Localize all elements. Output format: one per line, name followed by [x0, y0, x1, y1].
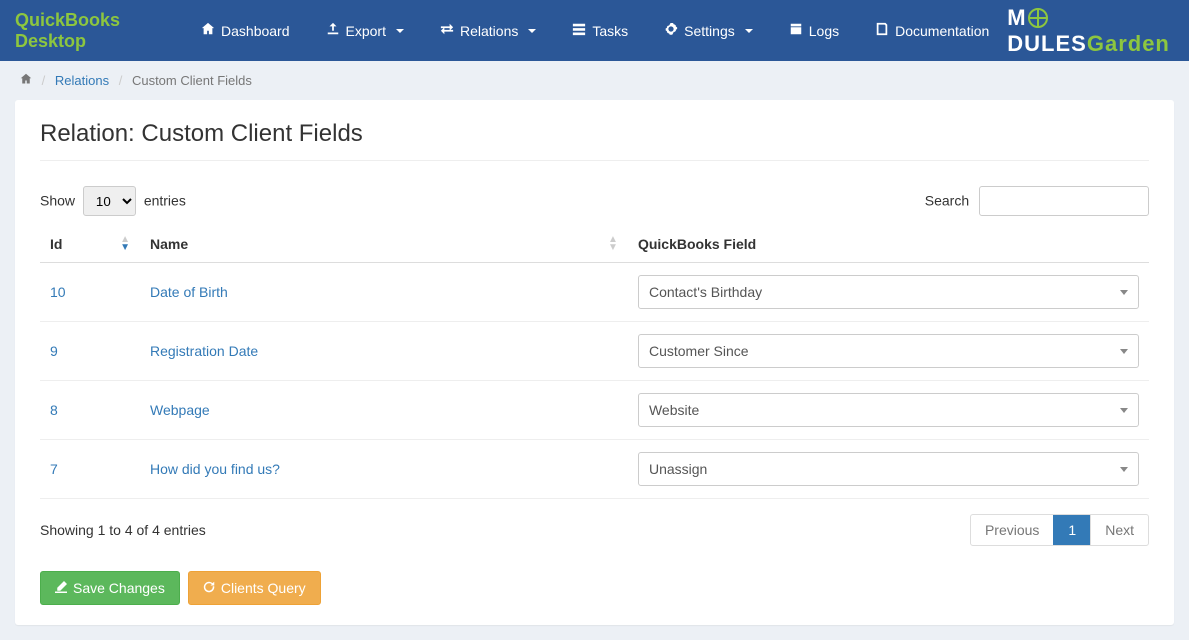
page-title: Relation: Custom Client Fields	[40, 120, 1149, 161]
select-value: Website	[649, 402, 699, 418]
chevron-down-icon	[1120, 290, 1128, 295]
breadcrumb-relations[interactable]: Relations	[55, 73, 109, 88]
select-value: Customer Since	[649, 343, 749, 359]
exchange-icon	[440, 22, 454, 39]
modulesgarden-logo[interactable]: MDULESGarden	[1007, 5, 1174, 57]
main-panel: Relation: Custom Client Fields Show 10 e…	[15, 100, 1174, 625]
nav-logs[interactable]: Logs	[771, 2, 857, 59]
table-row: 9 Registration Date Customer Since	[40, 322, 1149, 381]
show-label: Show	[40, 193, 75, 209]
col-qb: QuickBooks Field	[628, 226, 1149, 263]
qb-field-select[interactable]: Unassign	[638, 452, 1139, 486]
nav-menu: Dashboard Export Relations Tasks	[183, 2, 1007, 59]
qb-field-select[interactable]: Customer Since	[638, 334, 1139, 368]
page-next[interactable]: Next	[1090, 515, 1148, 545]
row-id-link[interactable]: 8	[50, 402, 58, 418]
col-label: QuickBooks Field	[638, 236, 756, 252]
chevron-down-icon	[1120, 467, 1128, 472]
length-select[interactable]: 10	[83, 186, 136, 216]
sort-icon: ▲▼	[120, 236, 130, 252]
col-name[interactable]: Name ▲▼	[140, 226, 628, 263]
top-navbar: QuickBooks Desktop Dashboard Export Rela…	[0, 0, 1189, 61]
breadcrumb-home[interactable]	[20, 73, 36, 88]
nav-dashboard[interactable]: Dashboard	[183, 2, 308, 59]
chevron-down-icon	[1120, 408, 1128, 413]
upload-icon	[326, 22, 340, 39]
col-id[interactable]: Id ▲▼	[40, 226, 140, 263]
breadcrumb-sep: /	[119, 73, 123, 88]
tasks-icon	[572, 22, 586, 39]
row-id-link[interactable]: 7	[50, 461, 58, 477]
row-name-link[interactable]: How did you find us?	[150, 461, 280, 477]
select-value: Contact's Birthday	[649, 284, 762, 300]
breadcrumb: / Relations / Custom Client Fields	[0, 61, 1189, 100]
nav-label: Export	[346, 23, 386, 39]
length-menu: Show 10 entries	[40, 186, 186, 216]
row-name-link[interactable]: Webpage	[150, 402, 210, 418]
nav-export[interactable]: Export	[308, 2, 422, 59]
save-button[interactable]: Save Changes	[40, 571, 180, 605]
search-label: Search	[925, 193, 969, 209]
calendar-icon	[789, 22, 803, 39]
pencil-icon	[55, 580, 67, 596]
table-footer: Showing 1 to 4 of 4 entries Previous 1 N…	[40, 514, 1149, 546]
nav-relations[interactable]: Relations	[422, 2, 554, 59]
sort-icon: ▲▼	[608, 236, 618, 252]
page-current[interactable]: 1	[1053, 515, 1090, 545]
entries-label: entries	[144, 193, 186, 209]
search-input[interactable]	[979, 186, 1149, 216]
row-name-link[interactable]: Registration Date	[150, 343, 258, 359]
search-box: Search	[925, 186, 1149, 216]
clients-query-button[interactable]: Clients Query	[188, 571, 321, 605]
globe-icon	[1028, 8, 1048, 28]
table-controls: Show 10 entries Search	[40, 186, 1149, 216]
nav-label: Dashboard	[221, 23, 290, 39]
table-info: Showing 1 to 4 of 4 entries	[40, 522, 206, 538]
row-name-link[interactable]: Date of Birth	[150, 284, 228, 300]
qb-field-select[interactable]: Website	[638, 393, 1139, 427]
nav-label: Settings	[684, 23, 735, 39]
col-label: Id	[50, 236, 62, 252]
chevron-down-icon	[528, 29, 536, 33]
breadcrumb-current: Custom Client Fields	[132, 73, 252, 88]
nav-label: Logs	[809, 23, 839, 39]
chevron-down-icon	[745, 29, 753, 33]
nav-label: Documentation	[895, 23, 989, 39]
action-buttons: Save Changes Clients Query	[40, 571, 1149, 605]
nav-label: Tasks	[592, 23, 628, 39]
button-label: Save Changes	[73, 580, 165, 596]
book-icon	[875, 22, 889, 39]
relations-table: Id ▲▼ Name ▲▼ QuickBooks Field 10 Date of…	[40, 226, 1149, 499]
refresh-icon	[203, 580, 215, 596]
qb-field-select[interactable]: Contact's Birthday	[638, 275, 1139, 309]
row-id-link[interactable]: 9	[50, 343, 58, 359]
nav-label: Relations	[460, 23, 518, 39]
home-icon	[20, 73, 32, 85]
select-value: Unassign	[649, 461, 707, 477]
gear-icon	[664, 22, 678, 39]
row-id-link[interactable]: 10	[50, 284, 66, 300]
logo-text: Garden	[1087, 31, 1170, 56]
logo-text: DULES	[1007, 31, 1087, 56]
table-row: 7 How did you find us? Unassign	[40, 440, 1149, 499]
breadcrumb-sep: /	[42, 73, 46, 88]
brand-title[interactable]: QuickBooks Desktop	[15, 10, 163, 52]
pagination: Previous 1 Next	[970, 514, 1149, 546]
page-prev[interactable]: Previous	[971, 515, 1053, 545]
nav-tasks[interactable]: Tasks	[554, 2, 646, 59]
chevron-down-icon	[396, 29, 404, 33]
logo-text: M	[1007, 5, 1026, 30]
home-icon	[201, 22, 215, 39]
col-label: Name	[150, 236, 188, 252]
chevron-down-icon	[1120, 349, 1128, 354]
nav-settings[interactable]: Settings	[646, 2, 771, 59]
nav-documentation[interactable]: Documentation	[857, 2, 1007, 59]
table-row: 8 Webpage Website	[40, 381, 1149, 440]
table-row: 10 Date of Birth Contact's Birthday	[40, 263, 1149, 322]
button-label: Clients Query	[221, 580, 306, 596]
